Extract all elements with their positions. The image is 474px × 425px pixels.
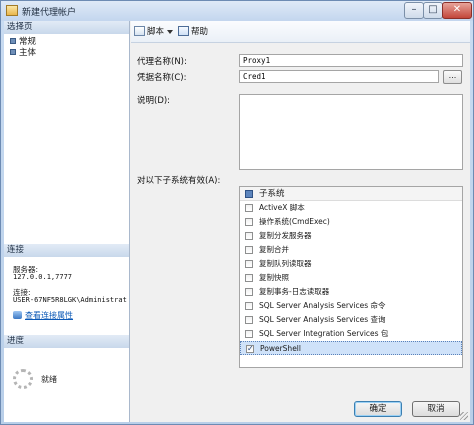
subsystem-checkbox[interactable] (245, 274, 253, 282)
server-value: 127.0.0.1,7777 (13, 273, 73, 281)
page-item-general[interactable]: 常规 (10, 37, 36, 47)
page-icon (10, 38, 16, 44)
subsystem-label: SQL Server Analysis Services 查询 (259, 315, 386, 324)
subsystem-row[interactable]: 复制队列读取器 (240, 257, 462, 271)
subsystem-checkbox[interactable] (245, 316, 253, 324)
credential-name-input[interactable] (239, 70, 439, 83)
subsystem-list[interactable]: 子系统 ActiveX 脚本 操作系统(CmdExec) 复制分发服务器 复制合… (239, 186, 463, 368)
subsystem-label: PowerShell (260, 344, 301, 353)
proxy-name-input[interactable] (239, 54, 463, 67)
resize-grip-icon[interactable] (460, 412, 468, 420)
cancel-button[interactable]: 取消 (412, 401, 460, 417)
progress-header: 进度 (4, 335, 129, 348)
subsystems-label: 对以下子系统有效(A): (137, 176, 221, 186)
subsystem-label: SQL Server Analysis Services 命令 (259, 301, 386, 310)
view-properties-label: 查看连接属性 (25, 311, 73, 320)
subsystem-checkbox[interactable] (245, 232, 253, 240)
description-label: 说明(D): (137, 96, 171, 106)
close-button[interactable]: ✕ (442, 2, 472, 19)
subsystem-row[interactable]: 复制分发服务器 (240, 229, 462, 243)
page-item-label: 主体 (19, 48, 37, 58)
ok-button[interactable]: 确定 (354, 401, 402, 417)
page-item-principals[interactable]: 主体 (10, 48, 36, 58)
maximize-button[interactable]: □ (423, 2, 443, 19)
progress-spinner-icon (13, 369, 33, 389)
subsystem-checkbox[interactable] (245, 330, 253, 338)
subsystem-label: 复制队列读取器 (259, 259, 312, 268)
subsystem-row[interactable]: SQL Server Analysis Services 命令 (240, 299, 462, 313)
subsystem-row[interactable]: SQL Server Integration Services 包 (240, 327, 462, 341)
subsystem-checkbox-checked[interactable] (246, 342, 254, 354)
dialog-body: 选择页 常规 主体 连接 服务器: 127.0.0.1,7777 连接: USE… (4, 21, 470, 422)
subsystem-checkbox[interactable] (245, 302, 253, 310)
proxy-name-label: 代理名称(N): (137, 57, 187, 67)
subsystem-checkbox[interactable] (245, 246, 253, 254)
subsystem-label: 复制快照 (259, 273, 289, 282)
dialog-window: 新建代理帐户 – □ ✕ 选择页 常规 主体 连接 服务器: 127.0.0.1… (0, 0, 474, 425)
subsystem-checkbox[interactable] (245, 260, 253, 268)
connection-header: 连接 (4, 244, 129, 257)
subsystem-column-header: 子系统 (240, 187, 462, 201)
script-label: 脚本 (147, 27, 165, 37)
window-title: 新建代理帐户 (22, 8, 77, 18)
subsystem-header-label: 子系统 (259, 189, 285, 199)
connection-value: USER-67NF5R8LGK\Administrat (13, 296, 127, 304)
title-bar[interactable]: 新建代理帐户 – □ ✕ (1, 1, 473, 21)
script-dropdown-chevron-down-icon[interactable] (167, 30, 173, 34)
page-item-label: 常规 (19, 37, 37, 47)
left-pane: 选择页 常规 主体 连接 服务器: 127.0.0.1,7777 连接: USE… (4, 21, 130, 422)
subsystem-label: 复制事务-日志读取器 (259, 287, 330, 296)
credential-name-label: 凭据名称(C): (137, 73, 187, 83)
select-page-header: 选择页 (4, 21, 129, 34)
subsystem-label: ActiveX 脚本 (259, 203, 305, 212)
subsystem-row[interactable]: 复制事务-日志读取器 (240, 285, 462, 299)
help-icon (178, 26, 189, 36)
minimize-button[interactable]: – (404, 2, 424, 19)
subsystem-row[interactable]: 操作系统(CmdExec) (240, 215, 462, 229)
page-icon (10, 49, 16, 55)
toolbar: 脚本 帮助 (131, 21, 470, 43)
proxy-app-icon (6, 5, 18, 16)
help-label: 帮助 (191, 27, 209, 37)
subsystem-row[interactable]: 复制合并 (240, 243, 462, 257)
subsystem-label: 复制分发服务器 (259, 231, 312, 240)
progress-status: 就绪 (41, 375, 57, 384)
subsystem-label: 操作系统(CmdExec) (259, 217, 330, 226)
subsystem-row[interactable]: ActiveX 脚本 (240, 201, 462, 215)
script-button[interactable]: 脚本 (134, 26, 164, 38)
subsystem-row[interactable]: 复制快照 (240, 271, 462, 285)
subsystem-label: 复制合并 (259, 245, 289, 254)
subsystem-checkbox[interactable] (245, 218, 253, 226)
subsystem-row[interactable]: SQL Server Analysis Services 查询 (240, 313, 462, 327)
subsystem-row-selected[interactable]: PowerShell (240, 341, 462, 355)
description-textarea[interactable] (239, 94, 463, 170)
view-connection-properties-link[interactable]: 查看连接属性 (13, 310, 73, 321)
subsystem-header-icon (245, 190, 253, 198)
subsystem-checkbox[interactable] (245, 288, 253, 296)
subsystem-label: SQL Server Integration Services 包 (259, 329, 389, 338)
help-button[interactable]: 帮助 (178, 26, 208, 38)
script-icon (134, 26, 145, 36)
browse-credential-button[interactable]: ... (443, 70, 462, 84)
properties-icon (13, 311, 22, 319)
subsystem-checkbox[interactable] (245, 204, 253, 212)
